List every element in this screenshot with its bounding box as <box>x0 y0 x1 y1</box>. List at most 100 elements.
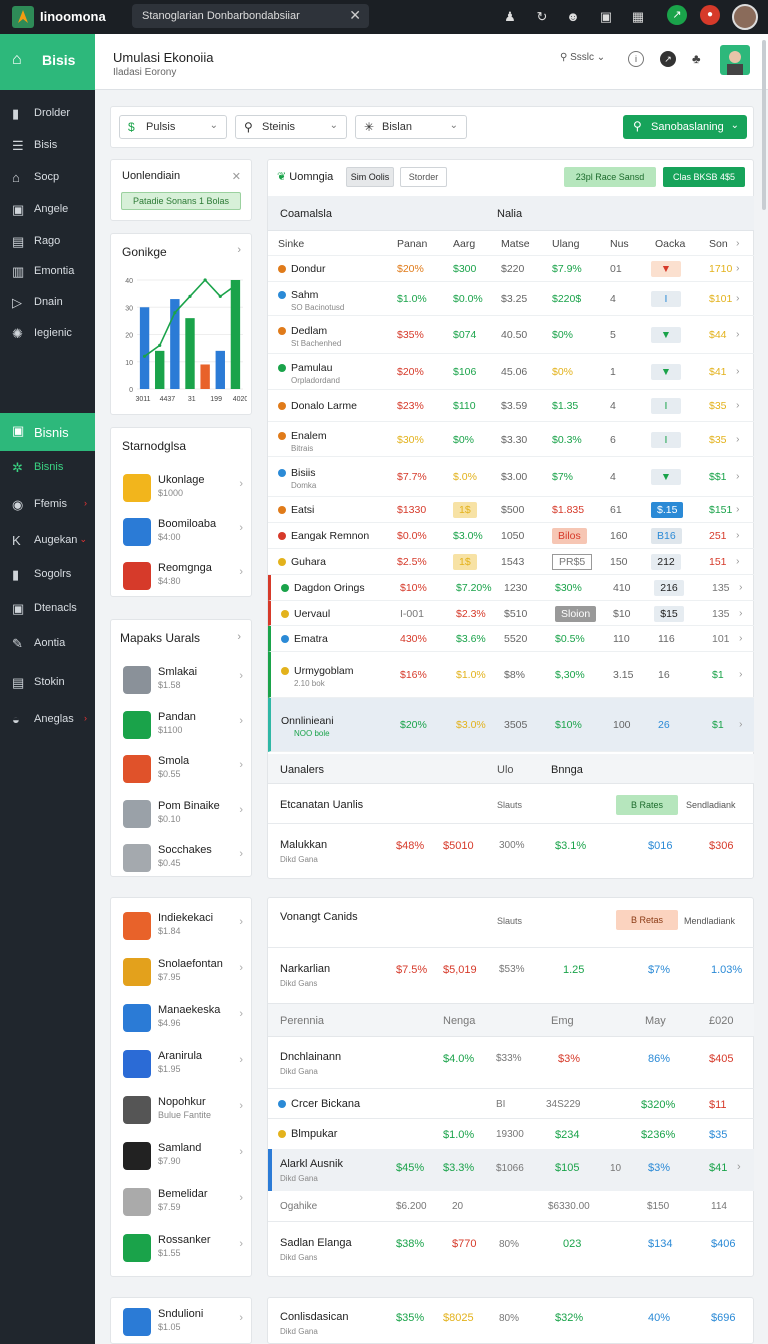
class-button[interactable]: Clas BKSB 4$5 <box>663 167 745 187</box>
table-row[interactable]: Ematra 430% $3.6% 5520 $0.5% 110 116 101 › <box>268 626 754 652</box>
chevron-right-icon[interactable]: › <box>736 470 740 482</box>
sidebar-subitem-2[interactable]: K Augekan ⌄ <box>0 529 95 553</box>
table-row[interactable]: Pamulau Orpladordand $20% $106 45.06 $0% 1 ▼ $41… <box>268 354 754 390</box>
sidebar-subitem-1[interactable]: ◉ Ffemis › <box>0 493 95 517</box>
sidebar-item-0[interactable]: ▮ Drolder <box>0 102 95 126</box>
list-item[interactable]: Smlakai $1.58 › <box>111 660 253 704</box>
app-logo-icon[interactable] <box>12 6 34 28</box>
table-row[interactable]: Sahm SO Bacinotusd $1.0% $0.0% $3.25 $220$ 4 I $… <box>268 282 754 316</box>
chevron-right-icon[interactable]: › <box>239 1312 243 1324</box>
sidebar-subitem-3[interactable]: ▮ Sogolrs <box>0 563 95 587</box>
chevron-right-icon[interactable]: › <box>736 328 740 340</box>
sidebar-subitem-4[interactable]: ▣ Dtenacls <box>0 597 95 621</box>
table-row[interactable]: Eatsi $1330 1$ $500 $1.835 61 $.15 $151 › <box>268 497 754 523</box>
refresh-icon[interactable]: ↻ <box>532 7 552 27</box>
chevron-right-icon[interactable]: › <box>239 916 243 928</box>
chevron-right-icon[interactable]: › <box>737 1161 741 1173</box>
table-row[interactable]: Bisiis Domka $7.7% $.0% $3.00 $7% 4 ▼ $$1 › <box>268 457 754 497</box>
sidebar-item-7[interactable]: ✺ Iegienic <box>0 322 95 346</box>
table-row[interactable]: Dondur $20% $300 $220 $7.9% 01 ▼ 1710 › <box>268 256 754 282</box>
chevron-right-icon[interactable]: › <box>239 1238 243 1250</box>
table-row[interactable]: Guhara $2.5% 1$ 1543 PR$5 150 212 151 › <box>268 549 754 575</box>
activity-icon[interactable]: ↗ <box>667 5 687 25</box>
profile-avatar[interactable] <box>720 45 750 75</box>
chevron-right-icon[interactable]: › <box>736 555 740 567</box>
list-item[interactable]: Manaekeska $4.96 › <box>111 998 253 1042</box>
chevron-right-icon[interactable]: › <box>739 668 743 680</box>
grid-icon[interactable]: ▦ <box>628 7 648 27</box>
tab-sim-oolis[interactable]: Sim Oolis <box>346 167 394 187</box>
chevron-right-icon[interactable]: › <box>239 566 243 578</box>
global-search-input[interactable]: Stanoglarian Donbarbondabsiiar ✕ <box>132 4 369 28</box>
table-row[interactable]: Dedlam St Bachenhed $35% $074 40.50 $0% 5 ▼ $44 › <box>268 316 754 354</box>
emoji-icon[interactable]: ☻ <box>563 7 583 27</box>
chevron-right-icon[interactable]: › <box>239 670 243 682</box>
user-icon[interactable]: ♟ <box>500 7 520 27</box>
chevron-right-icon[interactable]: › <box>736 503 740 515</box>
sidebar-brand[interactable]: ⌂ Bisis <box>0 34 95 90</box>
chevron-right-icon[interactable]: › <box>239 1054 243 1066</box>
chevron-right-icon[interactable]: › <box>739 581 743 593</box>
sidebar-item-6[interactable]: ▷ Dnain <box>0 291 95 315</box>
header-search[interactable]: ⚲ Ssslc ⌄ <box>560 52 605 63</box>
list-item[interactable]: Bemelidar $7.59 › <box>111 1182 253 1226</box>
list-item[interactable]: Sndulioni $1.05 › <box>111 1302 253 1344</box>
list-item[interactable]: Smola $0.55 › <box>111 749 253 793</box>
chevron-right-icon[interactable]: › <box>736 529 740 541</box>
list-item[interactable]: Nopohkur Bulue Fantite › <box>111 1090 253 1134</box>
sidebar-subitem-7[interactable]: ◒ Aneglas › <box>0 708 95 732</box>
scrollbar[interactable] <box>762 40 766 210</box>
chevron-right-icon[interactable]: › <box>239 1100 243 1112</box>
column-header[interactable]: Nus <box>610 238 629 250</box>
chevron-right-icon[interactable]: › <box>739 718 743 730</box>
list-item[interactable]: Indiekekaci $1.84 › <box>111 906 253 950</box>
chevron-right-icon[interactable]: › <box>736 399 740 411</box>
chevron-right-icon[interactable]: › <box>239 804 243 816</box>
column-header[interactable]: Oacka <box>655 238 685 250</box>
close-icon[interactable]: ✕ <box>232 170 241 183</box>
list-item[interactable]: Boomiloaba $4:00 › <box>111 512 253 556</box>
sidebar-item-2[interactable]: ⌂ Socp <box>0 166 95 190</box>
table-row[interactable]: Dagdon Orings $10% $7.20% 1230 $30% 410 216 135… <box>268 575 754 601</box>
tab-storder[interactable]: Storder <box>400 167 447 187</box>
chevron-right-icon[interactable]: › <box>239 759 243 771</box>
column-header[interactable]: Sinke <box>278 238 304 250</box>
chevron-right-icon[interactable]: › <box>239 848 243 860</box>
chevron-right-icon[interactable]: › <box>237 244 241 256</box>
sidebar-item-3[interactable]: ▣ Angele <box>0 198 95 222</box>
chevron-right-icon[interactable]: › <box>239 522 243 534</box>
chevron-right-icon[interactable]: › <box>239 1146 243 1158</box>
column-header[interactable]: Ulang <box>552 238 579 250</box>
filter-select-bislan[interactable]: ✳ Bislan ⌄ <box>355 115 467 139</box>
chevron-right-icon[interactable]: › <box>739 607 743 619</box>
table-row[interactable]: Eangak Remnon $0.0% $3.0% 1050 Bilos 160 B16 25… <box>268 523 754 549</box>
avatar[interactable] <box>732 4 758 30</box>
person-icon[interactable]: ♣ <box>692 51 701 66</box>
column-header[interactable]: Aarg <box>453 238 475 250</box>
chevron-right-icon[interactable]: › <box>739 632 743 644</box>
filter-select-pulsis[interactable]: $ Pulsis ⌄ <box>119 115 227 139</box>
list-item[interactable]: Samland $7.90 › <box>111 1136 253 1180</box>
sidebar-subitem-6[interactable]: ▤ Stokin <box>0 671 95 695</box>
list-item[interactable]: Pandan $1100 › <box>111 705 253 749</box>
rates-button-2[interactable]: B Retas <box>616 910 678 930</box>
column-header[interactable]: Matse <box>501 238 530 250</box>
sidebar-section-bisnis[interactable]: ▣ Bisnis <box>0 413 95 451</box>
chevron-right-icon[interactable]: › <box>736 237 740 249</box>
column-header[interactable]: Panan <box>397 238 427 250</box>
sidebar-subitem-5[interactable]: ✎ Aontia <box>0 632 95 656</box>
table-row[interactable]: Urmygoblam 2.10 bok $16% $1.0% $8% $,30% 3.15 1… <box>268 652 754 698</box>
sidebar-item-5[interactable]: ▥ Emontia <box>0 260 95 284</box>
chevron-right-icon[interactable]: › <box>239 478 243 490</box>
primary-action-button[interactable]: ⚲ Sanobaslaning ⌄ <box>623 115 747 139</box>
table-row[interactable]: Donalo Larme $23% $110 $3.59 $1.35 4 I $35 › <box>268 390 754 422</box>
rates-button[interactable]: B Rates <box>616 795 678 815</box>
list-item[interactable]: Ukonlage $1000 › <box>111 468 253 512</box>
trend-icon[interactable]: ↗ <box>660 51 676 67</box>
list-item[interactable]: Socchakes $0.45 › <box>111 838 253 882</box>
sidebar-item-4[interactable]: ▤ Rago <box>0 230 95 254</box>
close-icon[interactable]: ✕ <box>349 7 361 24</box>
chevron-right-icon[interactable]: › <box>237 631 241 643</box>
table-tab-title[interactable]: ❦ Uomngia <box>277 170 333 183</box>
table-row[interactable]: Enalem Bitrais $30% $0% $3.30 $0.3% 6 I $35 › <box>268 422 754 457</box>
